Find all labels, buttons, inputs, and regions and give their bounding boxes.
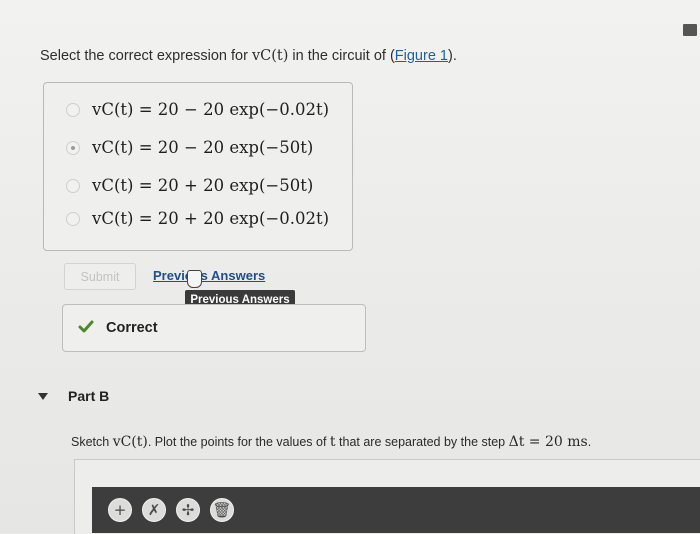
option-2[interactable]: vC(t) = 20 − 20 exp(−50t) [66, 138, 313, 157]
instruction-step: Δt = 20 ms [508, 434, 588, 450]
option-label: vC(t) = 20 + 20 exp(−50t) [92, 176, 314, 195]
instruction-prefix: Sketch [71, 435, 113, 449]
option-4[interactable]: vC(t) = 20 + 20 exp(−0.02t) [66, 209, 329, 228]
page: Select the correct expression for vC(t) … [0, 0, 700, 534]
feedback-box: Correct [62, 304, 366, 352]
feedback-text: Correct [106, 320, 158, 336]
question-middle: in the circuit of ( [288, 48, 395, 64]
corner-icon[interactable] [683, 24, 697, 36]
option-label: vC(t) = 20 − 20 exp(−50t) [92, 138, 314, 157]
option-label: vC(t) = 20 − 20 exp(−0.02t) [92, 100, 330, 119]
question-text: Select the correct expression for vC(t) … [40, 48, 457, 64]
option-1[interactable]: vC(t) = 20 − 20 exp(−0.02t) [66, 100, 329, 119]
instruction-suffix: that are separated by the step [335, 435, 509, 449]
answer-options: vC(t) = 20 − 20 exp(−0.02t) vC(t) = 20 −… [43, 82, 353, 251]
radio-button[interactable] [66, 211, 80, 226]
submit-button[interactable]: Submit [64, 263, 136, 290]
question-suffix: ). [447, 48, 457, 64]
instruction-end: . [587, 435, 592, 449]
question-prefix: Select the correct expression for [40, 48, 252, 64]
trash-icon[interactable]: 🗑 [210, 498, 234, 522]
move-icon[interactable]: ✢ [176, 498, 200, 522]
plus-icon[interactable]: + [108, 498, 132, 522]
check-icon [78, 320, 94, 333]
graph-toolbar: + ✗ ✢ 🗑 [92, 487, 700, 533]
cross-icon[interactable]: ✗ [142, 498, 166, 522]
part-b-instruction: Sketch vC(t). Plot the points for the va… [71, 434, 591, 450]
collapse-arrow-icon[interactable] [38, 393, 48, 400]
question-variable: vC(t) [251, 48, 289, 64]
part-b-label[interactable]: Part B [68, 388, 109, 404]
instruction-middle: . Plot the points for the values of [147, 435, 330, 449]
radio-button[interactable] [66, 102, 80, 117]
hand-cursor-icon [187, 270, 202, 288]
figure-link[interactable]: Figure 1 [395, 48, 448, 64]
previous-answers-link[interactable]: Previous Answers [153, 268, 265, 283]
radio-button[interactable] [66, 178, 80, 193]
instruction-variable: vC(t) [112, 434, 148, 450]
option-3[interactable]: vC(t) = 20 + 20 exp(−50t) [66, 176, 313, 195]
option-label: vC(t) = 20 + 20 exp(−0.02t) [92, 209, 330, 228]
radio-button-selected[interactable] [66, 140, 80, 155]
